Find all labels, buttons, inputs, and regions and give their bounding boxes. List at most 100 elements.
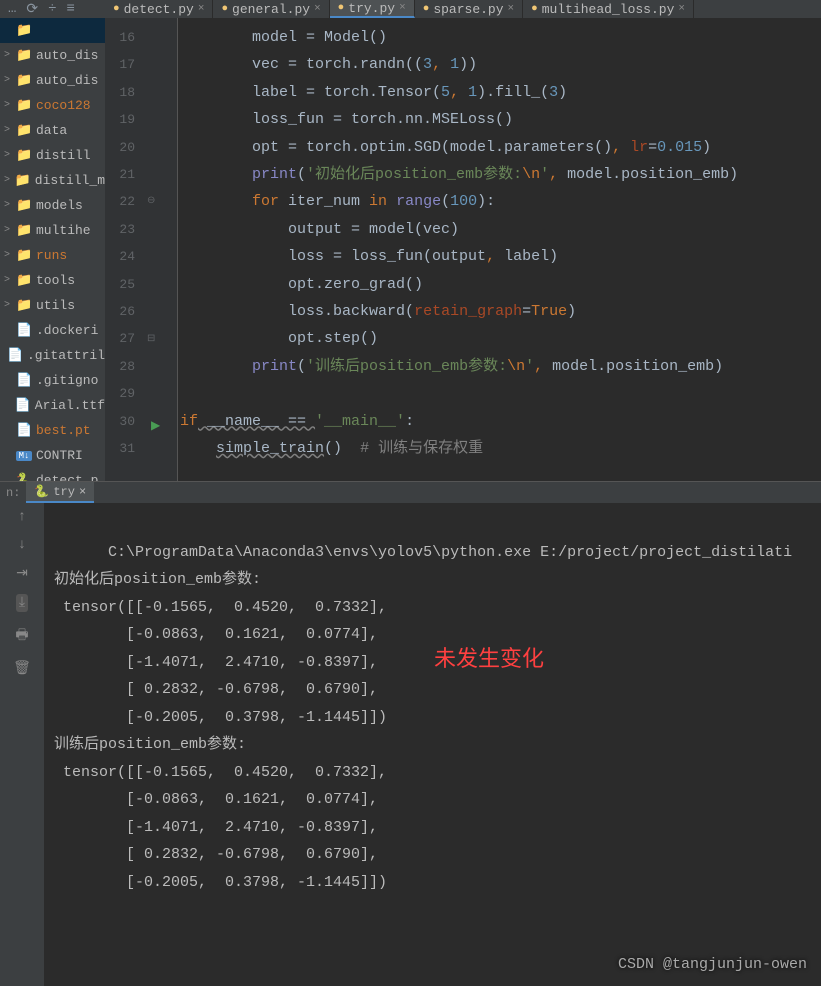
tool-icon[interactable]: ≡ xyxy=(67,1,75,17)
tool-icon[interactable]: ⟳ xyxy=(26,1,38,18)
tab-label: multihead_loss.py xyxy=(542,2,675,17)
trash-icon[interactable]: 🗑 xyxy=(13,660,31,677)
up-arrow-icon[interactable]: ↑ xyxy=(18,509,26,525)
folder-icon: 📁 xyxy=(16,73,32,88)
chevron-icon[interactable]: > xyxy=(4,300,14,311)
chevron-icon[interactable]: > xyxy=(4,100,14,111)
print-icon[interactable]: 🖶 xyxy=(15,624,28,648)
line-number[interactable]: 28 xyxy=(105,353,135,380)
chevron-icon[interactable]: > xyxy=(4,50,14,61)
tree-item-label: data xyxy=(36,123,67,138)
editor-tab[interactable]: ●try.py× xyxy=(330,0,415,18)
editor-tab[interactable]: ●general.py× xyxy=(213,0,329,18)
tree-item-label: multihe xyxy=(36,223,91,238)
chevron-icon[interactable]: > xyxy=(4,75,14,86)
tree-item-label: utils xyxy=(36,298,75,313)
wrap-icon[interactable]: ⇥ xyxy=(16,565,28,582)
folder-icon: 📁 xyxy=(16,98,32,113)
folder-icon: 📁 xyxy=(16,123,32,138)
project-tree: … ⟳ ÷ ≡ 📁>📁auto_dis>📁auto_dis>📁coco128>📁… xyxy=(0,0,105,481)
fold-icon[interactable]: ⊖ xyxy=(147,188,155,215)
tree-item[interactable]: >📁distill_m xyxy=(0,168,105,193)
line-number[interactable]: 22 xyxy=(105,188,135,215)
gutter-markers: ⊖ ⊟ ▶ xyxy=(143,18,177,481)
line-number[interactable]: 23 xyxy=(105,216,135,243)
scroll-icon[interactable]: ⤓ xyxy=(16,594,28,612)
tree-item-label: Arial.ttf xyxy=(35,398,105,413)
tree-item[interactable]: >📁utils xyxy=(0,293,105,318)
file-icon: 📄 xyxy=(16,323,32,338)
line-number[interactable]: 31 xyxy=(105,435,135,462)
tree-item[interactable]: 📁 xyxy=(0,18,105,43)
chevron-icon[interactable]: > xyxy=(4,225,14,236)
line-number[interactable]: 19 xyxy=(105,106,135,133)
tree-item-label: best.pt xyxy=(36,423,91,438)
tree-item[interactable]: >📁runs xyxy=(0,243,105,268)
tool-icon[interactable]: … xyxy=(8,1,16,17)
line-number[interactable]: 16 xyxy=(105,24,135,51)
folder-icon: 📁 xyxy=(16,23,32,38)
tree-item[interactable]: >📁auto_dis xyxy=(0,43,105,68)
tree-item[interactable]: >📁models xyxy=(0,193,105,218)
tree-item[interactable]: >📁auto_dis xyxy=(0,68,105,93)
tree-item[interactable]: >📁 data xyxy=(0,118,105,143)
markdown-icon: M↓ xyxy=(16,451,32,461)
line-number[interactable]: 29 xyxy=(105,380,135,407)
close-icon[interactable]: × xyxy=(678,3,685,15)
tree-item-label: models xyxy=(36,198,83,213)
tree-item[interactable]: M↓CONTRI xyxy=(0,443,105,468)
tree-item[interactable]: 🐍detect.p xyxy=(0,468,105,481)
line-number[interactable]: 18 xyxy=(105,79,135,106)
line-number[interactable]: 30 xyxy=(105,408,135,435)
line-number[interactable]: 26 xyxy=(105,298,135,325)
folder-icon: 📁 xyxy=(16,273,32,288)
tool-icon[interactable]: ÷ xyxy=(48,1,56,17)
editor-tab[interactable]: ●detect.py× xyxy=(105,0,213,18)
run-tab-try[interactable]: 🐍 try × xyxy=(26,482,94,503)
tree-item[interactable]: 📄.gitattril xyxy=(0,343,105,368)
line-number[interactable]: 20 xyxy=(105,134,135,161)
tree-item[interactable]: >📁multihe xyxy=(0,218,105,243)
close-icon[interactable]: × xyxy=(314,3,321,15)
chevron-icon[interactable]: > xyxy=(4,150,14,161)
chevron-icon[interactable]: > xyxy=(4,275,14,286)
line-number[interactable]: 21 xyxy=(105,161,135,188)
python-icon: ● xyxy=(423,3,430,15)
run-line-icon[interactable]: ▶ xyxy=(151,413,160,440)
python-icon: ● xyxy=(338,2,345,14)
run-panel-tabs: n: 🐍 try × xyxy=(0,482,821,503)
line-number[interactable]: 27 xyxy=(105,325,135,352)
file-icon: 📄 xyxy=(15,398,31,413)
tree-item[interactable]: 📄best.pt xyxy=(0,418,105,443)
tree-item[interactable]: 📄.dockeri xyxy=(0,318,105,343)
editor-tab[interactable]: ●sparse.py× xyxy=(415,0,523,18)
code-editor[interactable]: model = Model() vec = torch.randn((3, 1)… xyxy=(177,18,821,481)
tree-item[interactable]: 📄.gitigno xyxy=(0,368,105,393)
chevron-icon[interactable]: > xyxy=(4,175,13,186)
tab-label: general.py xyxy=(232,2,310,17)
tree-item-label: coco128 xyxy=(36,98,91,113)
tree-item-label: .gitigno xyxy=(36,373,98,388)
line-number[interactable]: 25 xyxy=(105,271,135,298)
close-icon[interactable]: × xyxy=(508,3,515,15)
folder-icon: 📁 xyxy=(15,173,31,188)
down-arrow-icon[interactable]: ↓ xyxy=(18,537,26,553)
close-icon[interactable]: × xyxy=(198,3,205,15)
fold-icon[interactable]: ⊟ xyxy=(147,326,155,353)
tree-item[interactable]: >📁 coco128 xyxy=(0,93,105,118)
line-number[interactable]: 17 xyxy=(105,51,135,78)
tree-item[interactable]: >📁tools xyxy=(0,268,105,293)
tree-item[interactable]: >📁distill xyxy=(0,143,105,168)
watermark: CSDN @tangjunjun-owen xyxy=(618,951,807,979)
console-output[interactable]: C:\ProgramData\Anaconda3\envs\yolov5\pyt… xyxy=(44,503,821,986)
chevron-icon[interactable]: > xyxy=(4,250,14,261)
folder-icon: 📁 xyxy=(16,248,32,263)
tree-item-label: distill xyxy=(36,148,91,163)
line-number[interactable]: 24 xyxy=(105,243,135,270)
close-icon[interactable]: × xyxy=(399,2,406,14)
chevron-icon[interactable]: > xyxy=(4,125,14,136)
editor-tab[interactable]: ●multihead_loss.py× xyxy=(523,0,694,18)
close-icon[interactable]: × xyxy=(79,485,86,499)
tree-item[interactable]: 📄 Arial.ttf xyxy=(0,393,105,418)
chevron-icon[interactable]: > xyxy=(4,200,14,211)
